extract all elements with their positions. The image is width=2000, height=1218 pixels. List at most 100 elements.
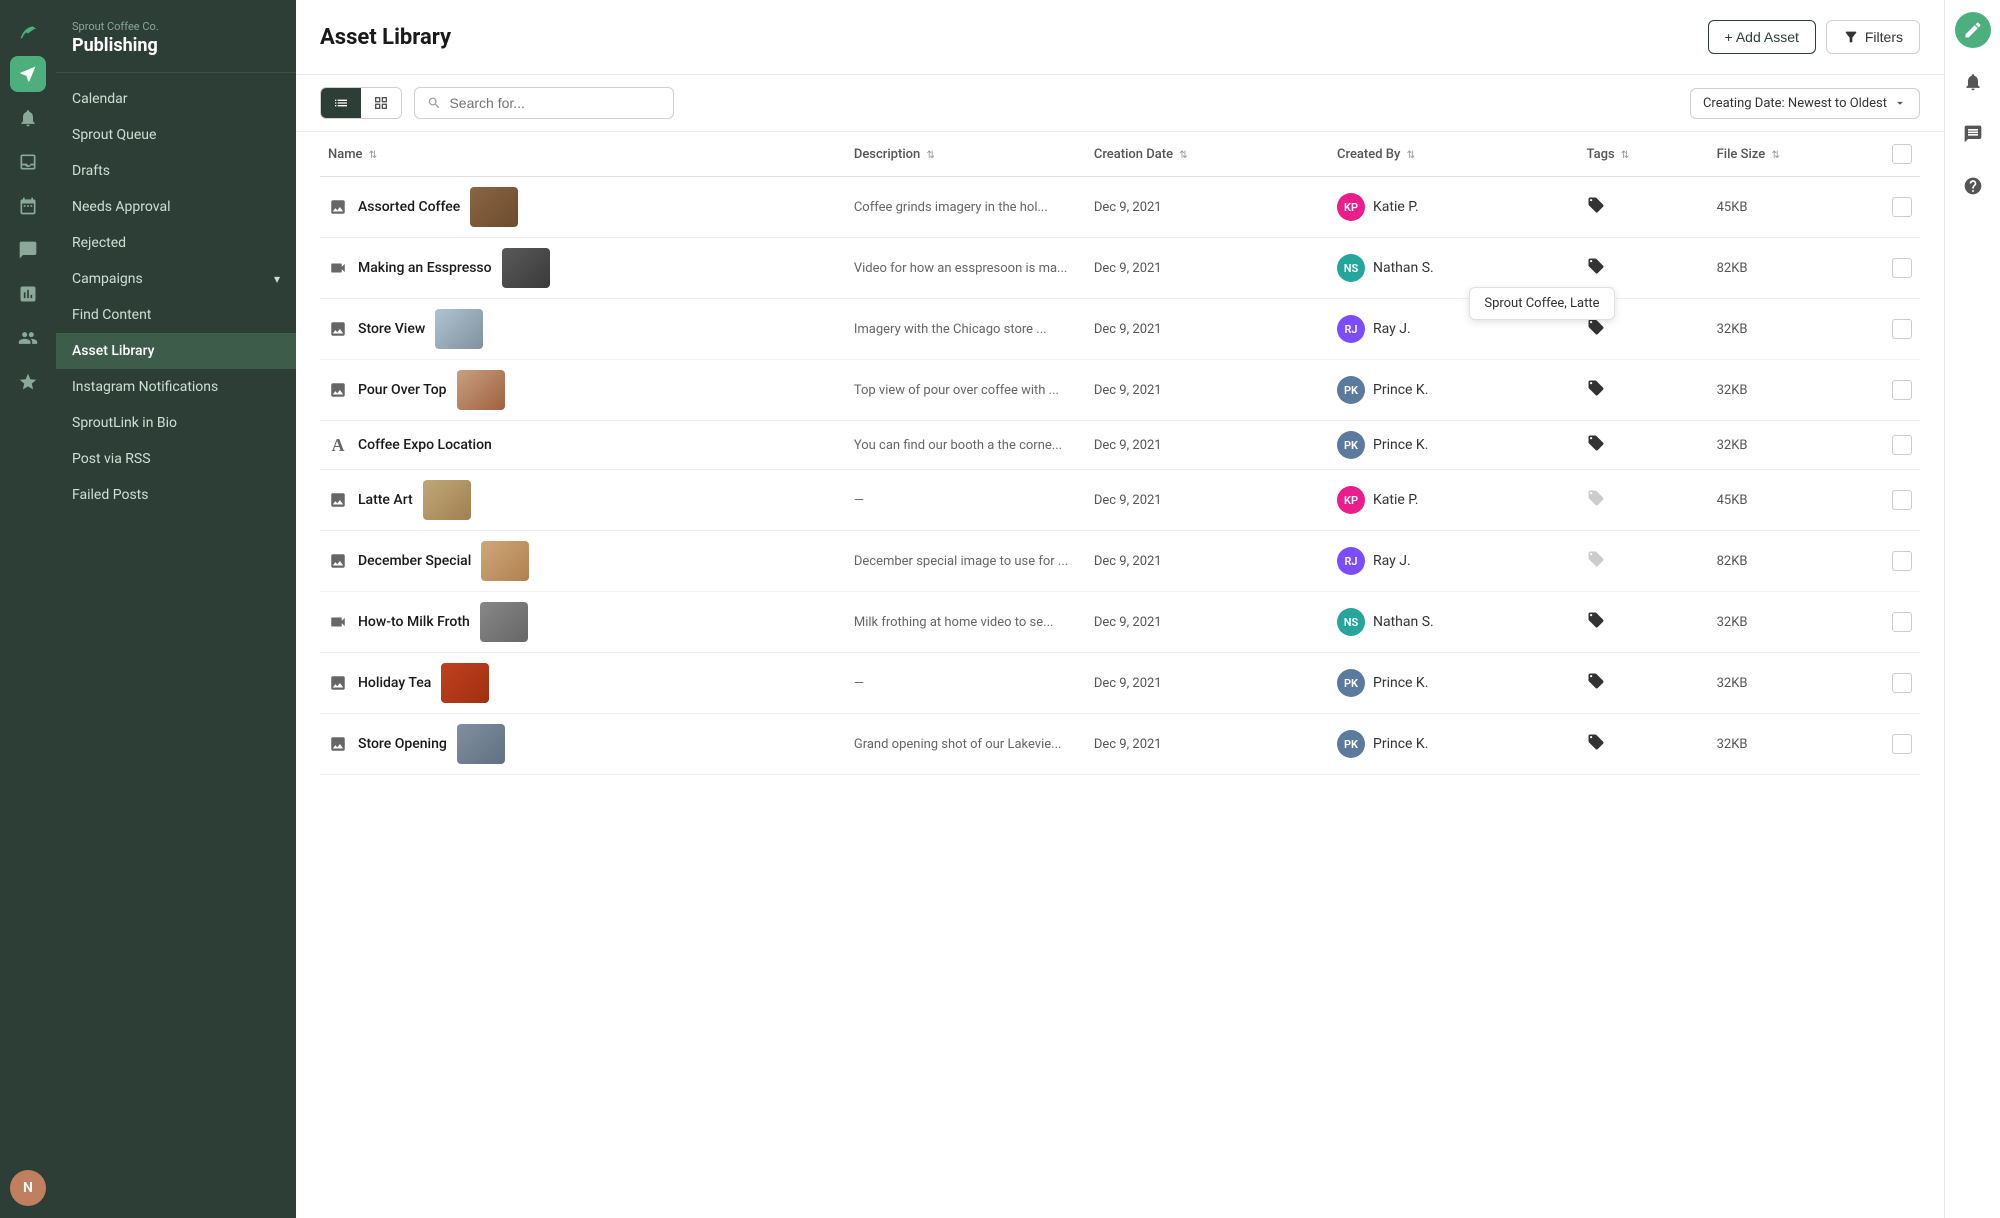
- sidebar-item-failed-posts[interactable]: Failed Posts: [56, 477, 296, 513]
- tag-cell[interactable]: [1587, 196, 1605, 218]
- sidebar-item-drafts[interactable]: Drafts: [56, 153, 296, 189]
- sort-dropdown[interactable]: Creating Date: Newest to Oldest: [1690, 88, 1920, 119]
- asset-tags[interactable]: [1579, 421, 1709, 470]
- tasks-icon[interactable]: [10, 188, 46, 224]
- row-checkbox[interactable]: [1892, 551, 1912, 571]
- analytics-icon[interactable]: [10, 276, 46, 312]
- sidebar-item-campaigns[interactable]: Campaigns ▾: [56, 261, 296, 297]
- asset-tags[interactable]: Sprout Coffee, Latte: [1579, 238, 1709, 299]
- chat-icon[interactable]: [1955, 116, 1991, 152]
- col-file-size[interactable]: File Size ⇅: [1709, 132, 1884, 177]
- sidebar-item-calendar[interactable]: Calendar: [56, 81, 296, 117]
- tag-cell[interactable]: [1587, 318, 1605, 340]
- asset-name: Assorted Coffee: [358, 199, 460, 215]
- sort-icon-date: ⇅: [1179, 150, 1187, 161]
- tag-cell[interactable]: [1587, 550, 1605, 572]
- asset-select[interactable]: [1884, 714, 1920, 775]
- row-checkbox[interactable]: [1892, 258, 1912, 278]
- sidebar-item-asset-library[interactable]: Asset Library: [56, 333, 296, 369]
- asset-tags[interactable]: [1579, 653, 1709, 714]
- tag-cell[interactable]: Sprout Coffee, Latte: [1587, 257, 1605, 279]
- row-checkbox[interactable]: [1892, 612, 1912, 632]
- search-container[interactable]: [414, 87, 674, 119]
- asset-select[interactable]: [1884, 592, 1920, 653]
- table-row: December Special December special image …: [320, 531, 1920, 592]
- tag-cell[interactable]: [1587, 672, 1605, 694]
- asset-select[interactable]: [1884, 360, 1920, 421]
- tag-cell[interactable]: [1587, 611, 1605, 633]
- row-checkbox[interactable]: [1892, 734, 1912, 754]
- col-tags[interactable]: Tags ⇅: [1579, 132, 1709, 177]
- sidebar-item-label: Campaigns: [72, 271, 143, 287]
- compose-icon[interactable]: [1955, 12, 1991, 48]
- help-icon[interactable]: [1955, 168, 1991, 204]
- row-checkbox[interactable]: [1892, 197, 1912, 217]
- list-view-button[interactable]: [321, 88, 361, 118]
- asset-select[interactable]: [1884, 177, 1920, 238]
- asset-select[interactable]: [1884, 238, 1920, 299]
- sidebar-item-label: Failed Posts: [72, 487, 148, 503]
- publishing-icon[interactable]: [10, 56, 46, 92]
- tag-cell[interactable]: [1587, 379, 1605, 401]
- row-checkbox[interactable]: [1892, 673, 1912, 693]
- sidebar-item-post-via-rss[interactable]: Post via RSS: [56, 441, 296, 477]
- asset-name-cell: Latte Art: [320, 470, 846, 531]
- asset-tags[interactable]: [1579, 299, 1709, 360]
- asset-description: Grand opening shot of our Lakevie...: [846, 714, 1086, 775]
- asset-creator: KP Katie P.: [1329, 177, 1579, 238]
- user-avatar[interactable]: N: [10, 1170, 46, 1206]
- notification-icon[interactable]: [10, 100, 46, 136]
- asset-description: December special image to use for ...: [846, 531, 1086, 592]
- grid-view-button[interactable]: [361, 88, 401, 118]
- asset-select[interactable]: [1884, 299, 1920, 360]
- select-all-checkbox[interactable]: [1892, 144, 1912, 164]
- sidebar-item-sproutlink-in-bio[interactable]: SproutLink in Bio: [56, 405, 296, 441]
- creator-name: Ray J.: [1373, 321, 1411, 337]
- asset-tags[interactable]: [1579, 360, 1709, 421]
- row-checkbox[interactable]: [1892, 380, 1912, 400]
- sidebar-item-instagram-notifications[interactable]: Instagram Notifications: [56, 369, 296, 405]
- asset-name: Store Opening: [358, 736, 447, 752]
- search-input[interactable]: [449, 95, 661, 111]
- social-icon[interactable]: [10, 320, 46, 356]
- filters-button[interactable]: Filters: [1826, 20, 1920, 54]
- tag-cell[interactable]: [1587, 489, 1605, 511]
- col-name[interactable]: Name ⇅: [320, 132, 846, 177]
- row-checkbox[interactable]: [1892, 435, 1912, 455]
- col-creation-date[interactable]: Creation Date ⇅: [1086, 132, 1329, 177]
- asset-date: Dec 9, 2021: [1086, 421, 1329, 470]
- row-checkbox[interactable]: [1892, 319, 1912, 339]
- asset-tags[interactable]: [1579, 714, 1709, 775]
- asset-type-icon: [328, 259, 348, 277]
- asset-select[interactable]: [1884, 421, 1920, 470]
- tag-cell[interactable]: [1587, 733, 1605, 755]
- star-icon[interactable]: [10, 364, 46, 400]
- sidebar-item-sprout-queue[interactable]: Sprout Queue: [56, 117, 296, 153]
- sidebar-item-find-content[interactable]: Find Content: [56, 297, 296, 333]
- creator-name: Prince K.: [1373, 675, 1428, 691]
- inbox-icon[interactable]: [10, 144, 46, 180]
- tag-cell[interactable]: [1587, 434, 1605, 456]
- asset-date: Dec 9, 2021: [1086, 238, 1329, 299]
- sidebar-item-label: Asset Library: [72, 343, 155, 359]
- asset-tags[interactable]: [1579, 470, 1709, 531]
- asset-name-cell: Pour Over Top: [320, 360, 846, 421]
- asset-tags[interactable]: [1579, 177, 1709, 238]
- alerts-icon[interactable]: [1955, 64, 1991, 100]
- col-created-by[interactable]: Created By ⇅: [1329, 132, 1579, 177]
- asset-tags[interactable]: [1579, 531, 1709, 592]
- sidebar-item-label: SproutLink in Bio: [72, 415, 177, 431]
- asset-filesize: 32KB: [1709, 299, 1884, 360]
- sidebar-item-rejected[interactable]: Rejected: [56, 225, 296, 261]
- asset-select[interactable]: [1884, 531, 1920, 592]
- table-container: Name ⇅ Description ⇅ Creation Date ⇅ Cre…: [296, 132, 1944, 1218]
- sidebar-item-label: Drafts: [72, 163, 110, 179]
- add-asset-button[interactable]: + Add Asset: [1708, 20, 1816, 54]
- asset-select[interactable]: [1884, 470, 1920, 531]
- asset-tags[interactable]: [1579, 592, 1709, 653]
- asset-select[interactable]: [1884, 653, 1920, 714]
- sidebar-item-needs-approval[interactable]: Needs Approval: [56, 189, 296, 225]
- row-checkbox[interactable]: [1892, 490, 1912, 510]
- col-description[interactable]: Description ⇅: [846, 132, 1086, 177]
- listening-icon[interactable]: [10, 232, 46, 268]
